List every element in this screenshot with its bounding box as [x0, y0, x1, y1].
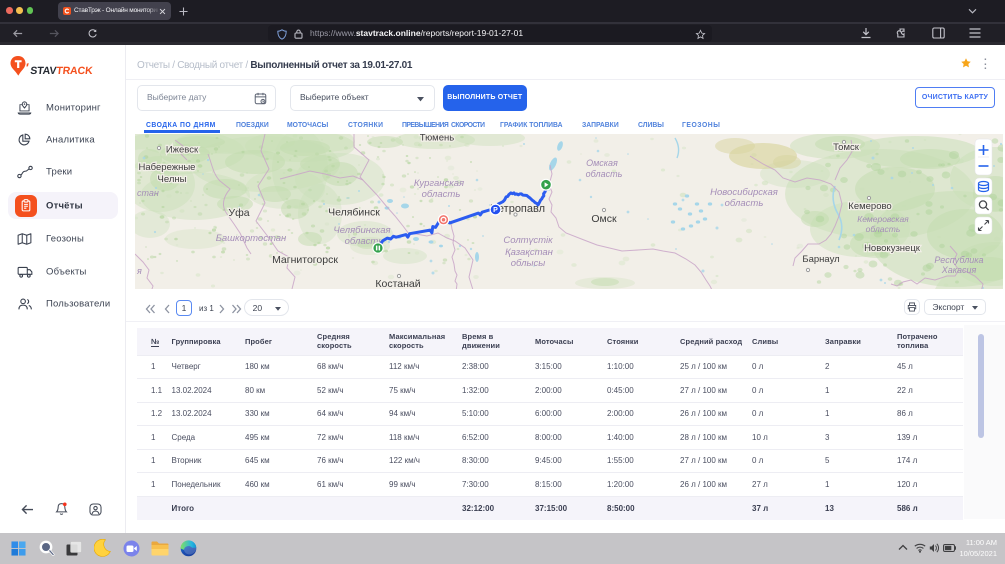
- svg-text:Кемеровская: Кемеровская: [857, 214, 909, 224]
- svg-text:STAVTRACK: STAVTRACK: [30, 65, 94, 77]
- svg-text:Курганская: Курганская: [414, 178, 464, 189]
- svg-text:Томск: Томск: [833, 142, 860, 153]
- svg-text:Тюмень: Тюмень: [420, 134, 454, 144]
- svg-text:Костанай: Костанай: [375, 278, 420, 289]
- svg-text:Кемерово: Кемерово: [848, 201, 891, 212]
- svg-text:Новокузнецк: Новокузнецк: [864, 243, 921, 254]
- svg-text:Омская: Омская: [586, 158, 618, 168]
- svg-text:Қазақстан: Қазақстан: [505, 247, 554, 258]
- svg-text:Хакасия: Хакасия: [941, 265, 977, 275]
- svg-text:область: область: [422, 189, 461, 200]
- svg-text:область: область: [866, 224, 901, 234]
- svg-text:Челябинская: Челябинская: [333, 225, 390, 236]
- svg-text:Омск: Омск: [591, 213, 617, 225]
- svg-text:Набережные: Набережные: [139, 162, 196, 173]
- svg-text:Челябинск: Челябинск: [328, 207, 380, 219]
- svg-text:я: я: [136, 266, 142, 276]
- svg-text:Челны: Челны: [158, 174, 187, 185]
- svg-text:область: область: [586, 169, 623, 179]
- svg-text:область: область: [725, 198, 764, 209]
- svg-text:Башкортостан: Башкортостан: [216, 233, 287, 244]
- svg-text:Магнитогорск: Магнитогорск: [272, 254, 338, 266]
- svg-text:Уфа: Уфа: [228, 207, 249, 219]
- svg-text:Ижевск: Ижевск: [166, 145, 199, 156]
- svg-text:облысы: облысы: [511, 258, 546, 269]
- svg-text:стан: стан: [137, 188, 159, 198]
- svg-text:Новосибирская: Новосибирская: [710, 187, 778, 198]
- svg-text:Барнаул: Барнаул: [802, 254, 839, 265]
- svg-text:Республика: Республика: [934, 255, 983, 265]
- svg-text:Солтүстік: Солтүстік: [503, 235, 553, 246]
- svg-text:P: P: [493, 207, 498, 214]
